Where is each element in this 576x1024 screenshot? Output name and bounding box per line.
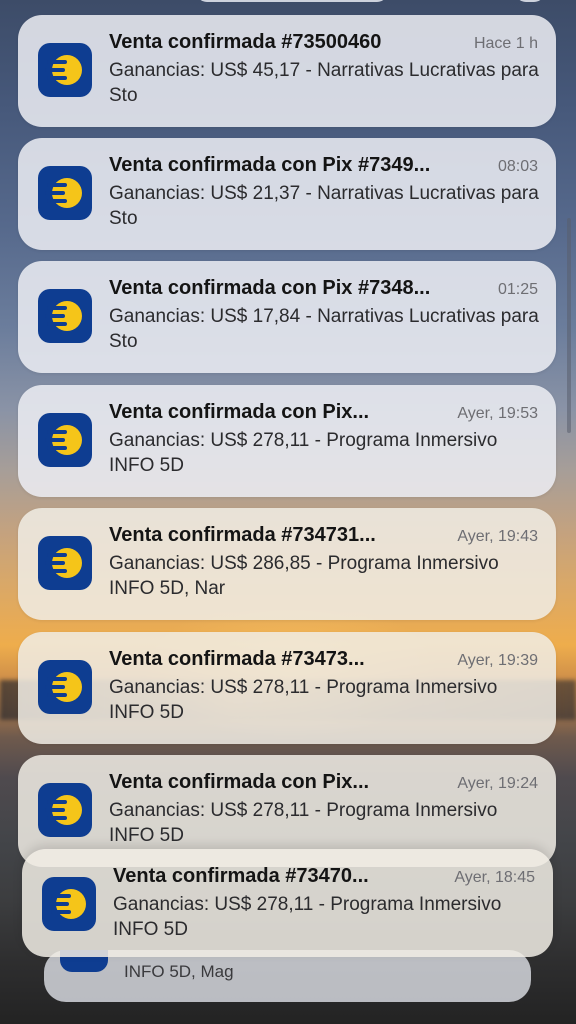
notification-body: INFO 5D, Mag — [124, 962, 234, 981]
notification-card[interactable]: Venta confirmada #73500460 Hace 1 h Gana… — [18, 15, 556, 127]
notification-time: Ayer, 19:53 — [457, 405, 538, 422]
notification-time: Ayer, 19:43 — [457, 528, 538, 545]
eduzz-logo-icon — [38, 660, 92, 714]
notification-body: Ganancias: US$ 278,11 - Programa Inmersi… — [113, 894, 502, 940]
eduzz-logo-icon — [38, 43, 92, 97]
eduzz-logo-icon — [38, 783, 92, 837]
notification-stack-peek[interactable]: INFO 5D, Mag — [44, 950, 531, 1002]
notification-body: Ganancias: US$ 286,85 - Programa Inmersi… — [109, 553, 499, 599]
notification-body: Ganancias: US$ 21,37 - Narrativas Lucrat… — [109, 183, 539, 229]
previous-notification-edge-right[interactable] — [515, 0, 545, 2]
scroll-indicator[interactable] — [567, 218, 571, 433]
notification-title: Venta confirmada con Pix... — [109, 771, 370, 793]
notification-card[interactable]: Venta confirmada #73473... Ayer, 19:39 G… — [18, 632, 556, 744]
notification-card[interactable]: Venta confirmada #73470... Ayer, 18:45 G… — [22, 849, 553, 957]
notification-body: Ganancias: US$ 45,17 - Narrativas Lucrat… — [109, 60, 539, 106]
notification-body: Ganancias: US$ 278,11 - Programa Inmersi… — [109, 800, 498, 846]
previous-notification-edge[interactable] — [196, 0, 388, 2]
notification-title: Venta confirmada #73500460 — [109, 31, 382, 53]
notification-card[interactable]: Venta confirmada con Pix #7349... 08:03 … — [18, 138, 556, 250]
notification-card[interactable]: Venta confirmada #734731... Ayer, 19:43 … — [18, 508, 556, 620]
eduzz-logo-icon — [38, 166, 92, 220]
notification-card[interactable]: Venta confirmada con Pix #7348... 01:25 … — [18, 261, 556, 373]
notification-title: Venta confirmada con Pix #7348... — [109, 277, 431, 299]
eduzz-logo-icon — [38, 413, 92, 467]
eduzz-logo-icon — [38, 289, 92, 343]
notification-body: Ganancias: US$ 278,11 - Programa Inmersi… — [109, 430, 498, 476]
notification-time: 01:25 — [497, 281, 538, 298]
notification-body: Ganancias: US$ 278,11 - Programa Inmersi… — [109, 677, 498, 723]
notification-time: Ayer, 18:45 — [454, 869, 535, 886]
notification-title: Venta confirmada #734731... — [109, 524, 376, 546]
notification-title: Venta confirmada con Pix... — [109, 401, 370, 423]
notification-time: 08:03 — [497, 158, 538, 175]
eduzz-logo-icon — [42, 877, 96, 931]
notification-title: Venta confirmada con Pix #7349... — [109, 154, 431, 176]
notification-time: Hace 1 h — [473, 35, 538, 52]
notification-title: Venta confirmada #73473... — [109, 648, 365, 670]
eduzz-logo-icon — [38, 536, 92, 590]
notification-title: Venta confirmada #73470... — [113, 865, 369, 887]
notification-time: Ayer, 19:39 — [457, 652, 538, 669]
notification-time: Ayer, 19:24 — [457, 775, 538, 792]
notification-body: Ganancias: US$ 17,84 - Narrativas Lucrat… — [109, 306, 539, 352]
notification-card[interactable]: Venta confirmada con Pix... Ayer, 19:53 … — [18, 385, 556, 497]
